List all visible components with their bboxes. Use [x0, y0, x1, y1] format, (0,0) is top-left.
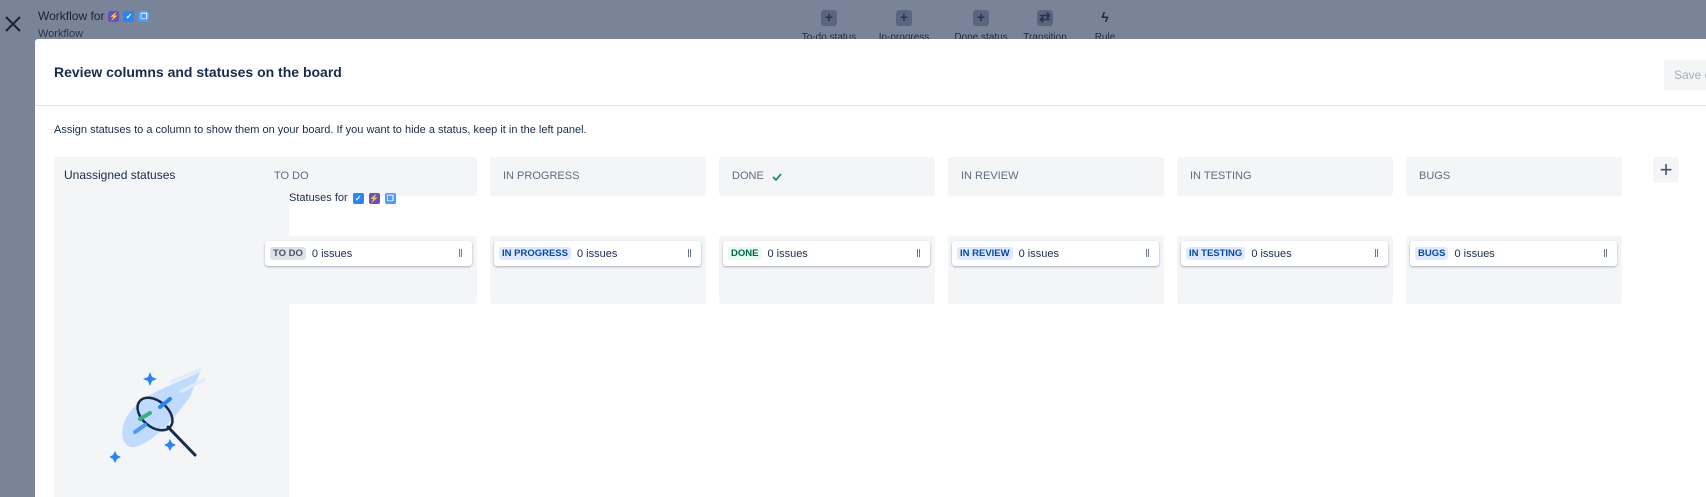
status-card[interactable]: IN PROGRESS 0 issues: [494, 241, 701, 266]
plus-icon: +: [896, 10, 912, 26]
workflow-title: Workflow for ⚡ ✓ ❐: [38, 9, 150, 23]
status-lozenge: IN PROGRESS: [499, 247, 571, 260]
transition-icon: ⇄: [1037, 10, 1053, 26]
status-lozenge: TO DO: [270, 247, 306, 260]
task-icon: ✓: [352, 192, 364, 204]
status-card[interactable]: BUGS 0 issues: [1410, 241, 1617, 266]
status-card[interactable]: TO DO 0 issues: [265, 241, 472, 266]
done-check-icon: [772, 172, 782, 181]
task-icon: ✓: [123, 10, 135, 22]
column-header-in-review[interactable]: IN REVIEW: [948, 157, 1164, 196]
status-lozenge: BUGS: [1415, 247, 1449, 260]
status-area-in-testing: IN TESTING 0 issues: [1177, 236, 1393, 304]
status-area-in-progress: IN PROGRESS 0 issues: [490, 236, 706, 304]
save-changes-button[interactable]: Save ch: [1664, 60, 1706, 90]
epic-icon: ⚡: [368, 192, 380, 204]
subtask-icon: ❐: [138, 10, 150, 22]
statuses-for-label: Statuses for ✓ ⚡ ❐: [289, 192, 396, 204]
subtask-icon: ❐: [384, 192, 396, 204]
unassigned-statuses-panel: Unassigned statuses: [54, 157, 289, 497]
plus-icon: +: [1659, 157, 1673, 182]
status-card[interactable]: IN REVIEW 0 issues: [952, 241, 1159, 266]
status-card[interactable]: DONE 0 issues: [723, 241, 930, 266]
status-area-in-review: IN REVIEW 0 issues: [948, 236, 1164, 304]
drag-handle-icon[interactable]: [1375, 249, 1378, 257]
status-lozenge: DONE: [728, 247, 762, 260]
epic-icon: ⚡: [108, 10, 120, 22]
column-header-todo[interactable]: TO DO: [261, 157, 477, 196]
status-card[interactable]: IN TESTING 0 issues: [1181, 241, 1388, 266]
review-columns-modal: Review columns and statuses on the board…: [35, 39, 1706, 497]
status-lozenge: IN REVIEW: [957, 247, 1013, 260]
column-header-done[interactable]: DONE: [719, 157, 935, 196]
issue-count: 0 issues: [1454, 247, 1495, 260]
drag-handle-icon[interactable]: [688, 249, 691, 257]
drag-handle-icon[interactable]: [917, 249, 920, 257]
column-header-in-progress[interactable]: IN PROGRESS: [490, 157, 706, 196]
issue-count: 0 issues: [1251, 247, 1292, 260]
issue-count: 0 issues: [1018, 247, 1059, 260]
status-area-todo: TO DO 0 issues: [261, 236, 477, 304]
column-header-in-testing[interactable]: IN TESTING: [1177, 157, 1393, 196]
drag-handle-icon[interactable]: [1604, 249, 1607, 257]
modal-title: Review columns and statuses on the board: [54, 64, 342, 80]
status-lozenge: IN TESTING: [1186, 247, 1246, 260]
unassigned-title: Unassigned statuses: [64, 168, 176, 182]
lightning-icon: ϟ: [1101, 9, 1109, 25]
drag-handle-icon[interactable]: [459, 249, 462, 257]
issue-count: 0 issues: [577, 247, 618, 260]
status-area-done: DONE 0 issues: [719, 236, 935, 304]
drag-handle-icon[interactable]: [1146, 249, 1149, 257]
add-column-button[interactable]: +: [1653, 157, 1679, 183]
close-icon[interactable]: [3, 14, 23, 34]
modal-description: Assign statuses to a column to show them…: [54, 124, 587, 136]
status-area-bugs: BUGS 0 issues: [1406, 236, 1622, 304]
modal-header: Review columns and statuses on the board…: [35, 39, 1706, 106]
issue-count: 0 issues: [767, 247, 808, 260]
plus-icon: +: [821, 10, 837, 26]
issue-count: 0 issues: [311, 247, 353, 260]
plus-icon: +: [973, 10, 989, 26]
workflow-header: Workflow for ⚡ ✓ ❐ Workflow + To-do stat…: [0, 0, 1706, 54]
racket-illustration: [110, 367, 206, 463]
column-header-bugs[interactable]: BUGS: [1406, 157, 1622, 196]
